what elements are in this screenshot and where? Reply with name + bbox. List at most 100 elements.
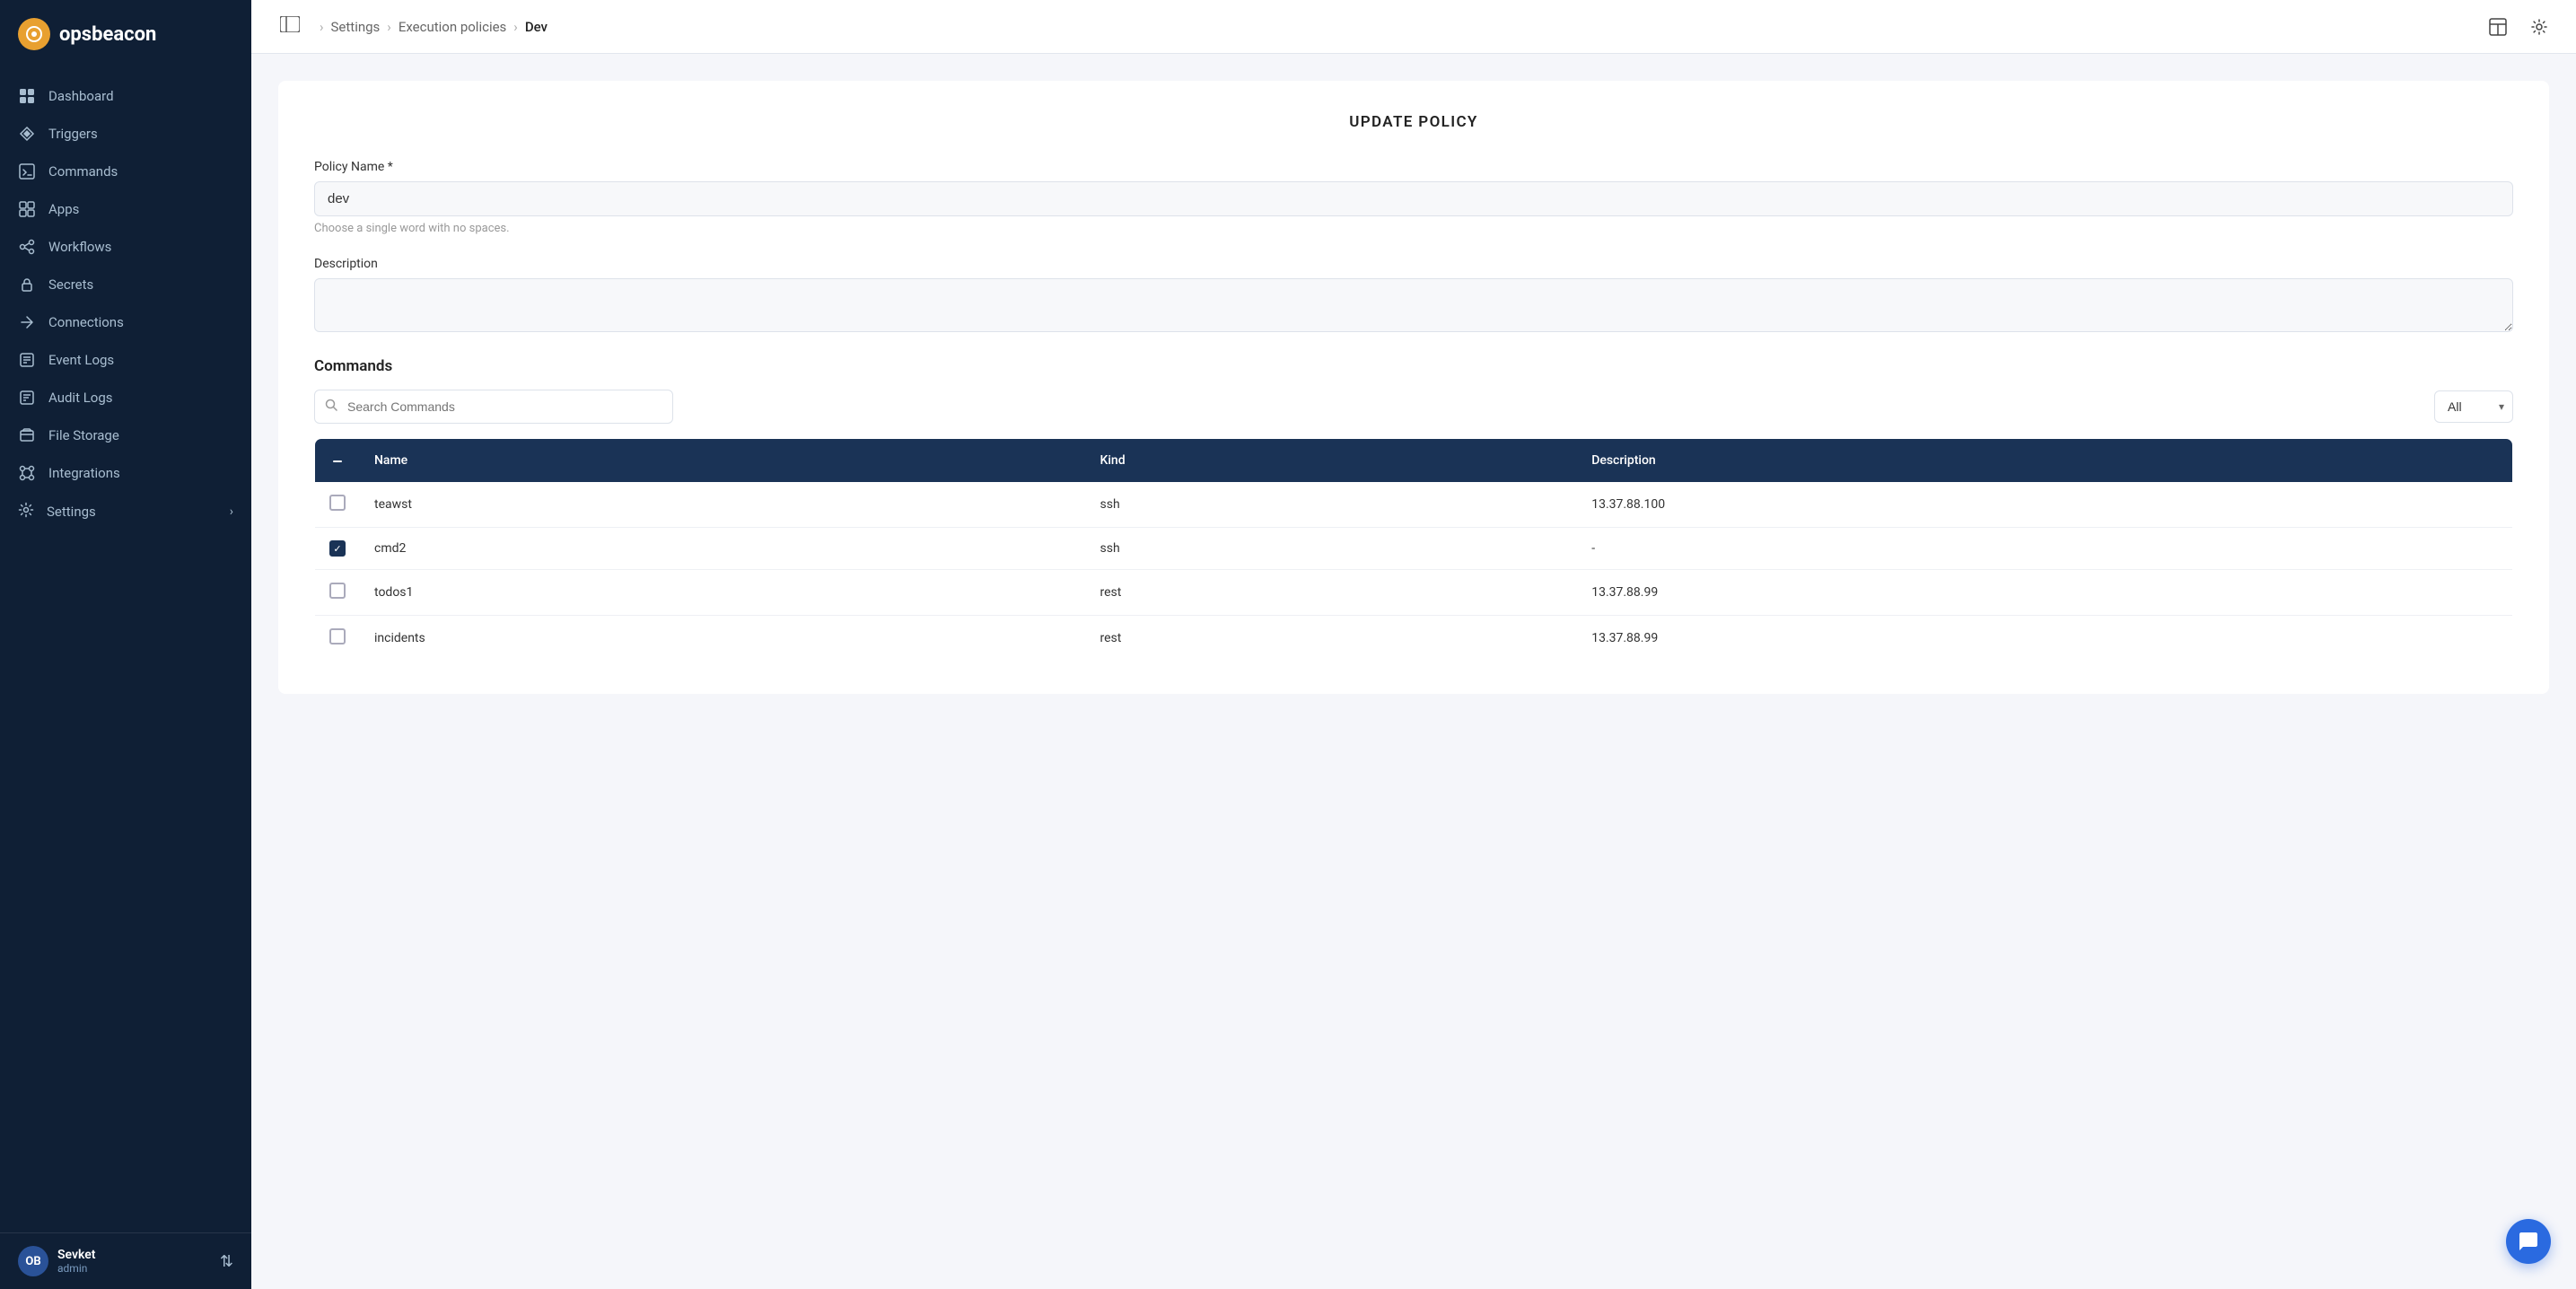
sidebar-item-label: Connections bbox=[48, 314, 124, 330]
row-name: incidents bbox=[360, 616, 1086, 662]
table-header-checkbox bbox=[315, 439, 361, 483]
row-kind: ssh bbox=[1086, 482, 1578, 528]
row-description: - bbox=[1577, 528, 2512, 570]
search-icon bbox=[325, 399, 337, 415]
settings-label: Settings bbox=[47, 504, 96, 520]
row-description: 13.37.88.100 bbox=[1577, 482, 2512, 528]
breadcrumb-current: Dev bbox=[525, 19, 548, 35]
sidebar-item-label: File Storage bbox=[48, 427, 119, 443]
row-checkbox-cell[interactable] bbox=[315, 482, 361, 528]
sidebar-item-workflows[interactable]: Workflows bbox=[0, 228, 251, 266]
table-header-kind: Kind bbox=[1086, 439, 1578, 483]
chat-bubble-button[interactable] bbox=[2506, 1219, 2551, 1264]
table-row: todos1rest13.37.88.99 bbox=[315, 570, 2513, 616]
sidebar-item-commands[interactable]: Commands bbox=[0, 153, 251, 190]
breadcrumb-exec-policies[interactable]: Execution policies bbox=[399, 19, 506, 35]
row-checkbox-cell[interactable]: ✓ bbox=[315, 528, 361, 570]
search-wrap bbox=[314, 390, 673, 424]
checkbox-unchecked[interactable] bbox=[329, 495, 346, 511]
sidebar-item-connections[interactable]: Connections bbox=[0, 303, 251, 341]
table-row: ✓cmd2ssh- bbox=[315, 528, 2513, 570]
sidebar-item-label: Audit Logs bbox=[48, 390, 113, 406]
row-checkbox-cell[interactable] bbox=[315, 570, 361, 616]
filter-select[interactable]: All SSH REST bbox=[2434, 390, 2513, 423]
logo[interactable]: opsbeacon bbox=[0, 0, 251, 68]
sidebar-nav: Dashboard Triggers Commands Apps Workflo… bbox=[0, 68, 251, 1232]
breadcrumb-sep: › bbox=[320, 19, 324, 35]
row-kind: rest bbox=[1086, 616, 1578, 662]
apps-icon bbox=[18, 200, 36, 218]
table-row: incidentsrest13.37.88.99 bbox=[315, 616, 2513, 662]
row-checkbox-cell[interactable] bbox=[315, 616, 361, 662]
row-kind: rest bbox=[1086, 570, 1578, 616]
header-checkbox-indeterminate[interactable] bbox=[329, 453, 346, 469]
sidebar-item-audit-logs[interactable]: Audit Logs bbox=[0, 379, 251, 417]
main-area: › Settings › Execution policies › Dev UP… bbox=[251, 0, 2576, 1289]
filter-select-wrap: All SSH REST ▾ bbox=[2434, 390, 2513, 423]
topbar-actions bbox=[2483, 12, 2554, 42]
file-storage-icon bbox=[18, 426, 36, 444]
sidebar-item-label: Event Logs bbox=[48, 352, 114, 368]
sidebar-item-label: Secrets bbox=[48, 276, 93, 293]
row-kind: ssh bbox=[1086, 528, 1578, 570]
toggle-sidebar-button[interactable] bbox=[273, 13, 307, 41]
sidebar-item-label: Workflows bbox=[48, 239, 111, 255]
sidebar-item-integrations[interactable]: Integrations bbox=[0, 454, 251, 492]
sidebar-item-dashboard[interactable]: Dashboard bbox=[0, 77, 251, 115]
dashboard-icon bbox=[18, 87, 36, 105]
sidebar-item-event-logs[interactable]: Event Logs bbox=[0, 341, 251, 379]
avatar: OB bbox=[18, 1246, 48, 1276]
sidebar-item-label: Integrations bbox=[48, 465, 120, 481]
policy-name-group: Policy Name * Choose a single word with … bbox=[314, 160, 2513, 235]
settings-icon bbox=[18, 502, 34, 522]
secrets-icon bbox=[18, 276, 36, 294]
user-info: OB Sevket admin bbox=[18, 1246, 96, 1276]
form-title: UPDATE POLICY bbox=[314, 113, 2513, 131]
triggers-icon bbox=[18, 125, 36, 143]
user-menu-icon[interactable]: ⇅ bbox=[220, 1252, 233, 1271]
search-commands-input[interactable] bbox=[314, 390, 673, 424]
sidebar-item-label: Commands bbox=[48, 163, 118, 180]
checkbox-checked[interactable]: ✓ bbox=[329, 540, 346, 557]
sidebar-item-secrets[interactable]: Secrets bbox=[0, 266, 251, 303]
user-name: Sevket bbox=[57, 1248, 96, 1262]
commands-section: Commands All SSH REST ▾ bbox=[314, 357, 2513, 662]
commands-toolbar: All SSH REST ▾ bbox=[314, 390, 2513, 424]
page-content: UPDATE POLICY Policy Name * Choose a sin… bbox=[251, 54, 2576, 1289]
sidebar-item-settings[interactable]: Settings › bbox=[0, 492, 251, 531]
row-name: teawst bbox=[360, 482, 1086, 528]
row-description: 13.37.88.99 bbox=[1577, 570, 2512, 616]
sidebar-item-label: Dashboard bbox=[48, 88, 114, 104]
description-input[interactable] bbox=[314, 278, 2513, 332]
table-row: teawstssh13.37.88.100 bbox=[315, 482, 2513, 528]
logo-text: opsbeacon bbox=[59, 23, 156, 46]
table-header-row: Name Kind Description bbox=[315, 439, 2513, 483]
commands-table: Name Kind Description teawstssh13.37.88.… bbox=[314, 438, 2513, 662]
settings-cog-button[interactable] bbox=[2524, 12, 2554, 42]
panel-layout-button[interactable] bbox=[2483, 12, 2513, 42]
row-description: 13.37.88.99 bbox=[1577, 616, 2512, 662]
table-header-description: Description bbox=[1577, 439, 2512, 483]
user-role: admin bbox=[57, 1262, 96, 1275]
commands-icon bbox=[18, 162, 36, 180]
sidebar-item-label: Apps bbox=[48, 201, 79, 217]
workflows-icon bbox=[18, 238, 36, 256]
checkbox-unchecked[interactable] bbox=[329, 583, 346, 599]
breadcrumb-sep3: › bbox=[513, 19, 518, 35]
breadcrumb-settings[interactable]: Settings bbox=[331, 19, 381, 35]
event-logs-icon bbox=[18, 351, 36, 369]
policy-name-input[interactable] bbox=[314, 181, 2513, 216]
integrations-icon bbox=[18, 464, 36, 482]
sidebar-item-label: Triggers bbox=[48, 126, 98, 142]
audit-logs-icon bbox=[18, 389, 36, 407]
row-name: todos1 bbox=[360, 570, 1086, 616]
breadcrumb: › Settings › Execution policies › Dev bbox=[320, 19, 548, 35]
sidebar-item-apps[interactable]: Apps bbox=[0, 190, 251, 228]
breadcrumb-sep2: › bbox=[387, 19, 391, 35]
description-label: Description bbox=[314, 257, 2513, 271]
policy-name-label: Policy Name * bbox=[314, 160, 2513, 174]
sidebar-item-file-storage[interactable]: File Storage bbox=[0, 417, 251, 454]
checkbox-unchecked[interactable] bbox=[329, 628, 346, 644]
table-header-name: Name bbox=[360, 439, 1086, 483]
sidebar-item-triggers[interactable]: Triggers bbox=[0, 115, 251, 153]
